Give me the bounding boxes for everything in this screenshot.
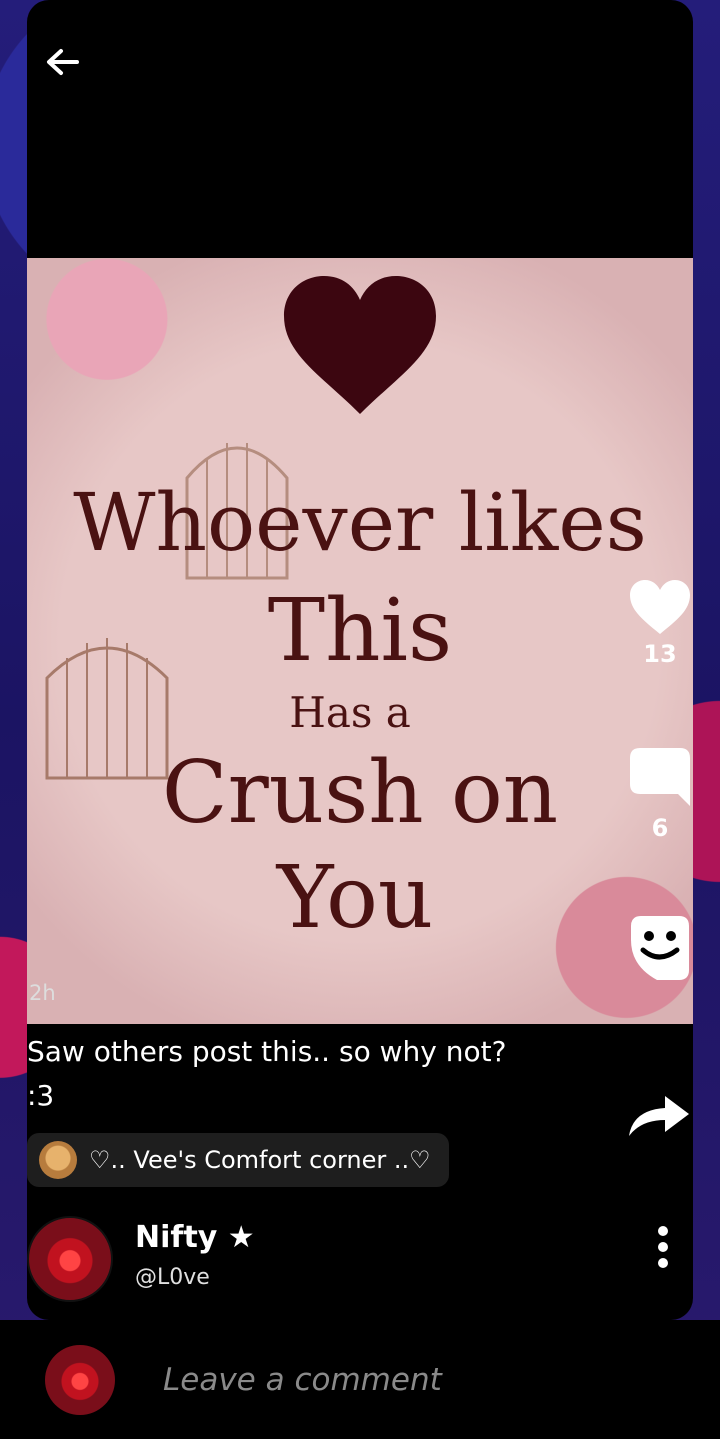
heart-graphic	[284, 276, 436, 414]
more-options-button[interactable]	[653, 1226, 673, 1268]
like-count: 13	[643, 640, 677, 668]
more-vertical-icon	[653, 1226, 673, 1268]
share-button[interactable]	[627, 1092, 691, 1140]
quote-line-2: This	[267, 581, 453, 681]
comment-button[interactable]: 6	[627, 746, 693, 842]
author-avatar[interactable]	[27, 1216, 113, 1302]
post-time: 2h	[29, 981, 56, 1005]
post-card: Whoever likes This Has a Crush on You 2h…	[27, 0, 693, 1320]
author-handle[interactable]: @L0ve	[135, 1265, 210, 1290]
quote-line-5: You	[276, 848, 434, 948]
speech-bubble-icon	[630, 748, 690, 806]
arrow-left-icon	[47, 49, 79, 75]
heart-icon	[630, 580, 690, 634]
quote-line-3: Has a	[289, 688, 411, 737]
back-button[interactable]	[41, 40, 85, 84]
community-name: ♡.. Vee's Comfort corner ..♡	[89, 1146, 431, 1174]
quote-line-4: Crush on	[161, 743, 559, 843]
sticker-icon	[631, 916, 689, 980]
comment-input[interactable]: Leave a comment	[163, 1362, 442, 1398]
caption-line-2: :3	[27, 1079, 55, 1112]
author-name[interactable]: Nifty ★	[135, 1220, 255, 1255]
community-chip[interactable]: ♡.. Vee's Comfort corner ..♡	[27, 1133, 449, 1187]
post-caption: Saw others post this.. so why not? :3	[27, 1030, 587, 1118]
comment-bar: Leave a comment	[0, 1320, 720, 1439]
post-image[interactable]: Whoever likes This Has a Crush on You	[27, 258, 693, 1024]
community-avatar	[39, 1141, 77, 1179]
share-arrow-icon	[629, 1096, 689, 1136]
caption-line-1: Saw others post this.. so why not?	[27, 1035, 507, 1068]
quote-line-1: Whoever likes	[73, 476, 647, 569]
current-user-avatar	[45, 1344, 115, 1415]
sticker-button[interactable]	[627, 914, 693, 986]
like-button[interactable]: 13	[627, 580, 693, 668]
comment-count: 6	[651, 814, 669, 842]
